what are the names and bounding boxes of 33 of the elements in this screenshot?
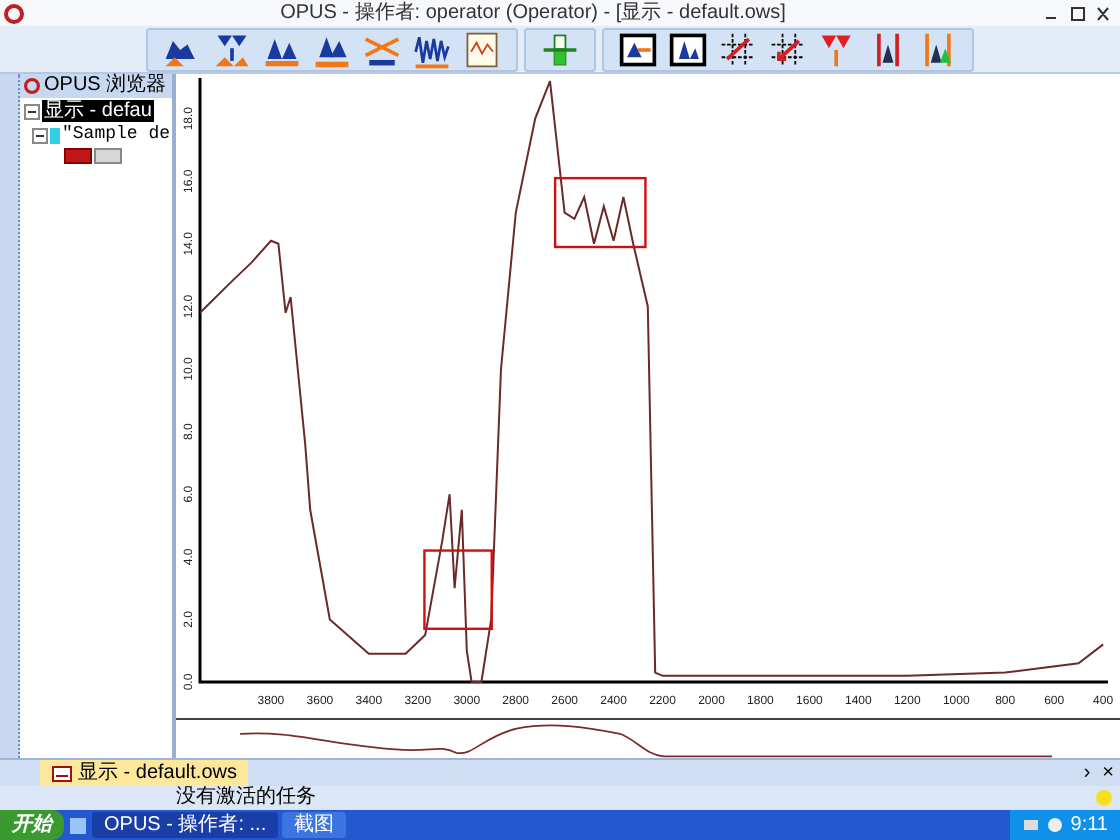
file-icon bbox=[50, 127, 60, 143]
peak-arrows-icon bbox=[212, 29, 252, 69]
highlight-rectangle bbox=[423, 549, 493, 630]
status-text: 没有激活的任务 bbox=[176, 788, 318, 808]
grid-arrow-icon bbox=[718, 29, 758, 69]
document-icon bbox=[52, 765, 72, 781]
window-title: OPUS - 操作者: operator (Operator) - [显示 - default.ows] bbox=[278, 3, 788, 23]
quick-launch-icon[interactable] bbox=[68, 815, 88, 835]
frame-icon bbox=[618, 29, 658, 69]
start-button[interactable]: 开始 bbox=[0, 810, 64, 840]
logo-icon bbox=[4, 3, 24, 23]
toolbar-button[interactable] bbox=[210, 29, 254, 69]
cuvette-icon bbox=[540, 29, 580, 69]
chart-frame-icon bbox=[668, 29, 708, 69]
logo-icon bbox=[24, 78, 40, 94]
taskbar-button[interactable]: 截图 bbox=[282, 812, 347, 838]
highlight-rectangle bbox=[553, 176, 647, 249]
toolbar-button[interactable] bbox=[666, 29, 710, 69]
taskbar-button[interactable]: OPUS - 操作者: ... bbox=[92, 812, 279, 838]
toolbar-button[interactable] bbox=[616, 29, 660, 69]
window-controls-icon[interactable] bbox=[1042, 5, 1114, 21]
close-tab-button[interactable]: × bbox=[1096, 763, 1120, 783]
grid-cross-icon bbox=[768, 29, 808, 69]
tree-item[interactable]: 显示 - defau bbox=[42, 100, 154, 122]
document-tab[interactable]: 显示 - default.ows bbox=[40, 760, 249, 786]
clock: 9:11 bbox=[1070, 815, 1108, 835]
report-icon bbox=[462, 29, 502, 69]
tree-item[interactable]: "Sample de bbox=[62, 124, 171, 146]
browser-title: OPUS 浏览器 bbox=[44, 76, 167, 96]
scroll-tabs-button[interactable]: › bbox=[1077, 763, 1097, 783]
collapse-toggle-icon[interactable] bbox=[32, 127, 48, 143]
collapse-toggle-icon[interactable] bbox=[24, 103, 40, 119]
status-light-icon bbox=[1096, 790, 1112, 806]
